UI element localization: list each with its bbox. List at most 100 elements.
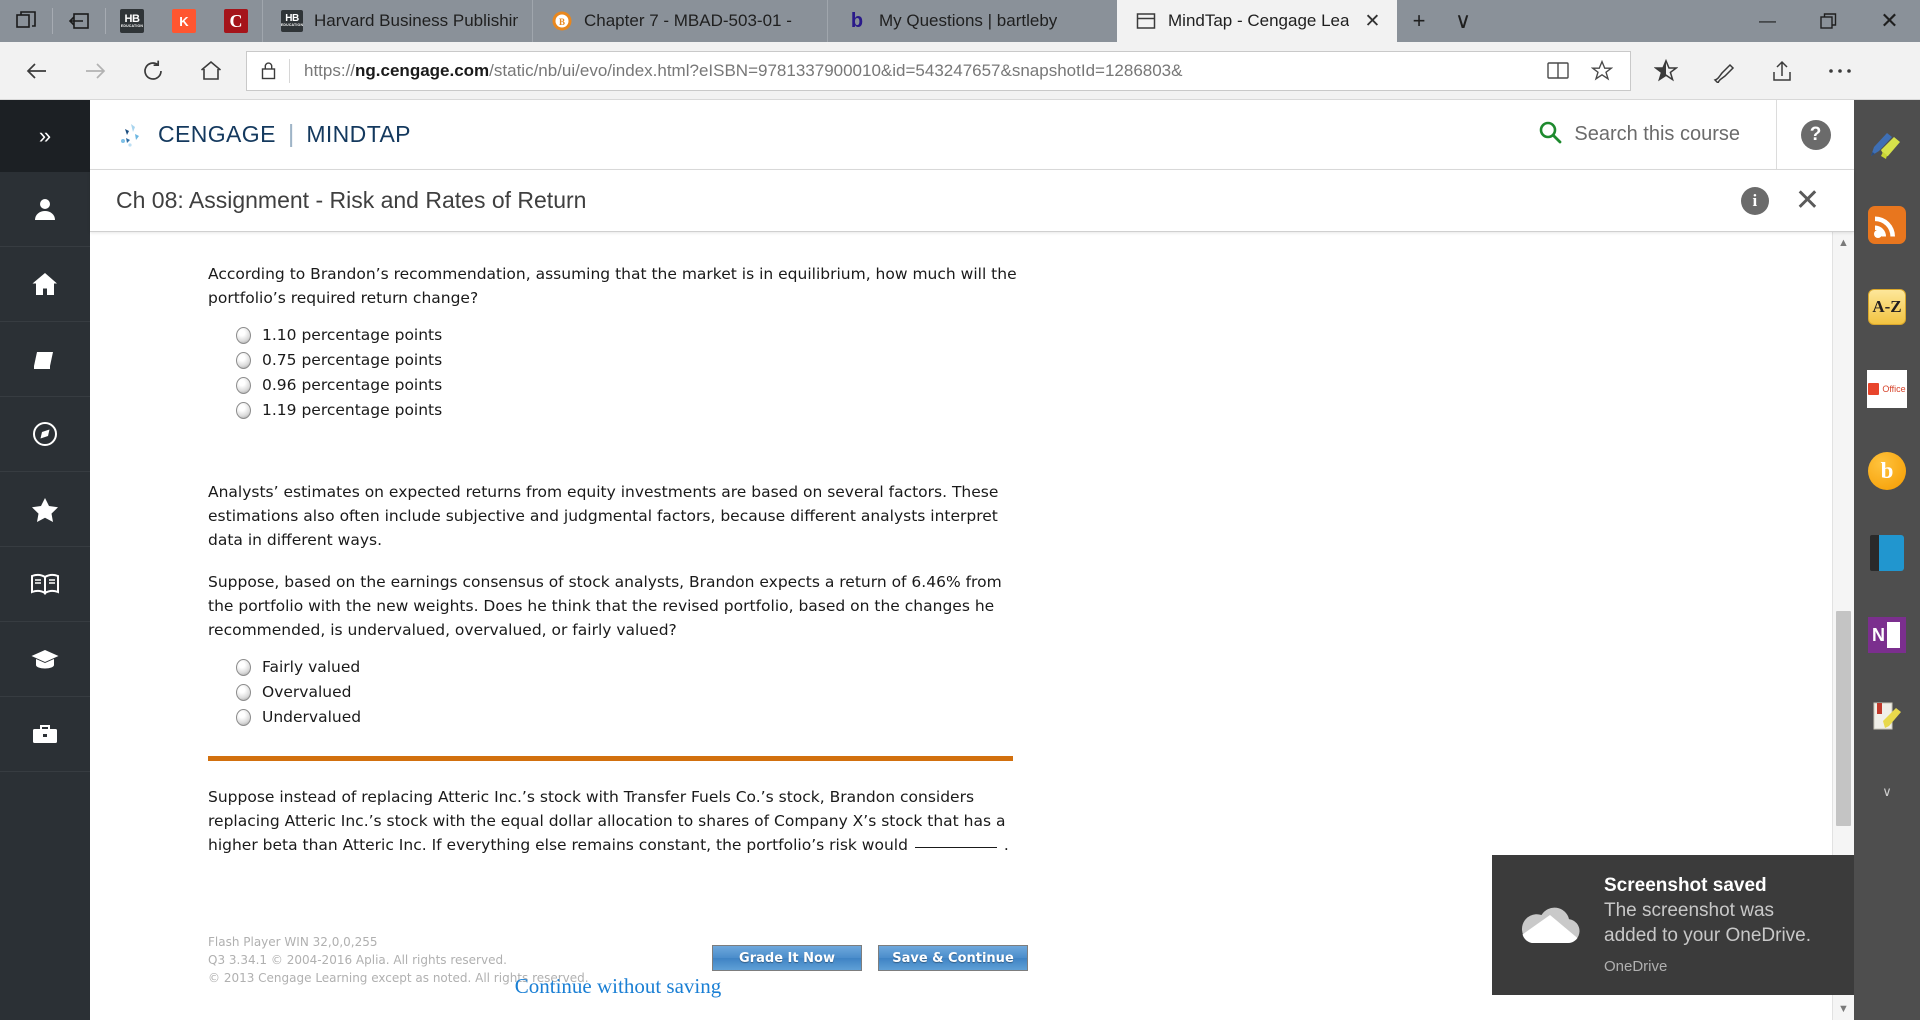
share-icon[interactable] <box>1753 48 1811 94</box>
bing-icon[interactable]: b <box>1866 450 1908 492</box>
right-sidebar: A-Z Office b N ∨ <box>1854 100 1920 1020</box>
set-tabs-aside-icon[interactable] <box>53 0 105 42</box>
more-icon[interactable] <box>1811 48 1869 94</box>
search-placeholder-text: Search this course <box>1574 123 1740 145</box>
assignment-footer: Flash Player WIN 32,0,0,255 Q3 3.34.1 © … <box>208 933 1028 998</box>
cengage-mindtap-logo[interactable]: CENGAGE | MINDTAP <box>90 120 411 149</box>
sidebar-expand-button[interactable]: » <box>0 100 90 172</box>
favicon-button-c[interactable]: C <box>210 0 262 42</box>
book-spine <box>1870 535 1879 571</box>
restore-button[interactable] <box>1798 0 1859 42</box>
option-label: Overvalued <box>262 683 352 702</box>
option-label: Fairly valued <box>262 658 361 677</box>
back-button[interactable] <box>8 48 66 94</box>
hb-icon: HB EDUCATION <box>281 10 303 32</box>
reading-view-icon[interactable] <box>1536 52 1580 90</box>
radio-option[interactable]: Overvalued <box>236 683 1832 701</box>
url-scheme: https:// <box>304 60 356 80</box>
option-label: Undervalued <box>262 708 362 727</box>
title-bar-actions: i ✕ <box>1740 185 1854 216</box>
star-icon[interactable] <box>1580 52 1624 90</box>
favicon-hb-icon: HB EDUCATION <box>120 9 144 33</box>
radio-button-icon[interactable] <box>236 683 251 701</box>
browser-window: HB EDUCATION K C HB EDUCATION Harvard Busi… <box>0 0 1920 1020</box>
radio-button-icon[interactable] <box>236 658 251 676</box>
bartleby-icon: b <box>850 9 864 32</box>
office-icon[interactable]: Office <box>1866 368 1908 410</box>
a-z-dictionary-icon[interactable]: A-Z <box>1866 286 1908 328</box>
rss-icon[interactable] <box>1866 204 1908 246</box>
url-host: ng.cengage.com <box>355 60 490 80</box>
answer-blank-dropdown[interactable] <box>914 847 997 849</box>
radio-button-icon[interactable] <box>236 376 251 394</box>
paragraph-1: Analysts’ estimates on expected returns … <box>208 483 999 550</box>
radio-option[interactable]: 1.10 percentage points <box>236 326 1832 344</box>
onedrive-notification-toast[interactable]: Screenshot saved The screenshot was adde… <box>1492 855 1854 995</box>
search-course-button[interactable]: Search this course <box>1538 120 1776 150</box>
browser-tab-mindtap[interactable]: MindTap - Cengage Lea ✕ <box>1117 0 1397 42</box>
onenote-icon[interactable]: N <box>1866 614 1908 656</box>
sidebar-item-explore[interactable] <box>0 397 90 472</box>
sidebar-item-tools[interactable] <box>0 697 90 772</box>
radio-button-icon[interactable] <box>236 708 251 726</box>
browser-tab-bartleby[interactable]: b My Questions | bartleby <box>827 0 1117 42</box>
mindtap-header: CENGAGE | MINDTAP Search this course ? <box>90 99 1854 170</box>
browser-tab-harvard[interactable]: HB EDUCATION Harvard Business Publishing <box>262 0 532 42</box>
close-button[interactable]: ✕ <box>1859 0 1920 42</box>
radio-button-icon[interactable] <box>236 401 251 419</box>
browser-tab-chapter7[interactable]: B Chapter 7 - MBAD-503-01 - <box>532 0 827 42</box>
tab-title: Chapter 7 - MBAD-503-01 - <box>584 11 792 30</box>
radio-option[interactable]: Undervalued <box>236 708 1832 726</box>
help-button[interactable]: ? <box>1776 99 1854 170</box>
save-and-continue-button[interactable]: Save & Continue <box>878 945 1028 972</box>
brand-mindtap: MINDTAP <box>306 121 411 147</box>
bookmark-highlighter-icon[interactable] <box>1866 696 1908 738</box>
scroll-up-button[interactable]: ▲ <box>1838 232 1849 254</box>
radio-option[interactable]: 0.96 percentage points <box>236 376 1832 394</box>
close-assignment-icon[interactable]: ✕ <box>1795 185 1820 216</box>
new-tab-button[interactable]: + <box>1397 0 1441 42</box>
favicon-button-hb[interactable]: HB EDUCATION <box>106 0 158 42</box>
scrollbar-thumb[interactable] <box>1836 611 1851 827</box>
show-tabs-aside-icon[interactable] <box>0 0 52 42</box>
help-icon: ? <box>1800 119 1831 150</box>
book-cover <box>1879 535 1904 571</box>
minimize-button[interactable]: — <box>1737 0 1798 42</box>
home-button[interactable] <box>182 48 240 94</box>
rail-scroll-down-icon[interactable]: ∨ <box>1882 784 1892 800</box>
forward-button[interactable] <box>66 48 124 94</box>
radio-option[interactable]: 1.19 percentage points <box>236 401 1832 419</box>
favicon-button-k[interactable]: K <box>158 0 210 42</box>
radio-option[interactable]: 0.75 percentage points <box>236 351 1832 369</box>
option-label: 1.19 percentage points <box>262 401 443 420</box>
sidebar-item-reader[interactable] <box>0 547 90 622</box>
section-divider <box>208 756 1013 762</box>
sidebar-item-grades[interactable] <box>0 622 90 697</box>
scroll-down-button[interactable]: ▼ <box>1838 998 1849 1020</box>
info-icon[interactable]: i <box>1740 186 1769 215</box>
pen-highlighter-icon[interactable] <box>1866 122 1908 164</box>
sidebar-item-home[interactable] <box>0 247 90 322</box>
radio-button-icon[interactable] <box>236 326 251 344</box>
favorites-hub-icon[interactable] <box>1637 48 1695 94</box>
sidebar-item-favorites[interactable] <box>0 472 90 547</box>
sidebar-item-profile[interactable] <box>0 172 90 247</box>
office-square-icon <box>1868 383 1880 395</box>
blue-book-icon[interactable] <box>1866 532 1908 574</box>
question-3-text-before: Suppose instead of replacing Atteric Inc… <box>208 788 1006 855</box>
continue-without-saving-link[interactable]: Continue without saving <box>208 974 1028 999</box>
close-icon[interactable]: ✕ <box>1364 10 1380 33</box>
web-notes-icon[interactable] <box>1695 48 1753 94</box>
address-text[interactable]: https://ng.cengage.com/static/nb/ui/evo/… <box>290 61 1536 81</box>
grade-it-now-button[interactable]: Grade It Now <box>712 945 862 972</box>
favicon-k-icon: K <box>172 9 196 33</box>
refresh-button[interactable] <box>124 48 182 94</box>
radio-button-icon[interactable] <box>236 351 251 369</box>
radio-option[interactable]: Fairly valued <box>236 658 1832 676</box>
chevron-down-icon[interactable]: ∨ <box>1441 0 1485 42</box>
address-bar[interactable]: https://ng.cengage.com/static/nb/ui/evo/… <box>246 50 1631 91</box>
brand-cengage: CENGAGE <box>158 121 276 147</box>
question-2-options: Fairly valued Overvalued Undervalued <box>236 658 1832 726</box>
sidebar-item-ebook[interactable] <box>0 322 90 397</box>
